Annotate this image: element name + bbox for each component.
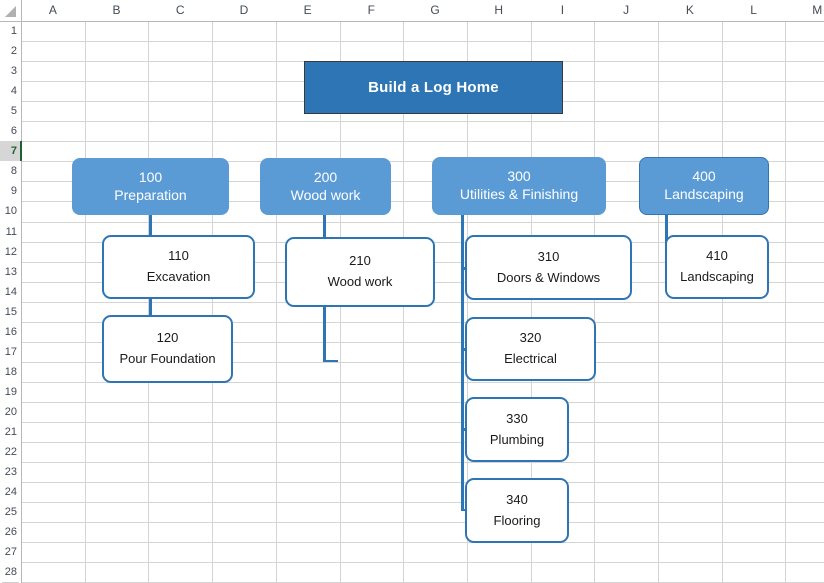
connector-stub-210	[323, 359, 338, 362]
row-header-22[interactable]: 22	[0, 442, 20, 463]
column-header-f[interactable]: F	[339, 0, 404, 20]
wbs-node-210[interactable]: 210 Wood work	[285, 237, 435, 307]
wbs-node-300[interactable]: 300 Utilities & Finishing	[432, 157, 606, 215]
wbs-node-320-name: Electrical	[504, 351, 557, 366]
row-header-19[interactable]: 19	[0, 381, 20, 402]
wbs-node-310-code: 310	[537, 248, 560, 264]
wbs-node-100[interactable]: 100 Preparation	[72, 158, 229, 215]
row-header-1[interactable]: 1	[0, 21, 20, 42]
column-header-d[interactable]: D	[212, 0, 276, 20]
row-header-16[interactable]: 16	[0, 321, 20, 342]
row-header-3[interactable]: 3	[0, 61, 20, 82]
column-header-e[interactable]: E	[275, 0, 340, 20]
wbs-title-label: Build a Log Home	[368, 79, 499, 96]
column-header-g[interactable]: G	[403, 0, 467, 20]
column-header-k[interactable]: K	[658, 0, 722, 20]
select-all-button[interactable]	[0, 0, 22, 22]
row-header-28[interactable]: 28	[0, 562, 20, 583]
wbs-node-330-name: Plumbing	[489, 431, 545, 447]
wbs-node-210-name: Wood work	[327, 274, 393, 289]
wbs-node-410-code: 410	[706, 248, 728, 264]
wbs-node-410-name: Landscaping	[680, 269, 754, 284]
row-header-21[interactable]: 21	[0, 422, 20, 443]
wbs-node-320[interactable]: 320 Electrical	[465, 317, 596, 381]
wbs-node-100-code: 100	[138, 168, 163, 185]
wbs-node-300-name: Utilities & Finishing	[459, 186, 579, 202]
row-header-8[interactable]: 8	[0, 161, 20, 182]
connector-trunk-300	[461, 213, 464, 511]
wbs-node-340-code: 340	[506, 491, 528, 507]
row-header-6[interactable]: 6	[0, 121, 20, 142]
row-header-12[interactable]: 12	[0, 241, 20, 262]
spreadsheet-canvas[interactable]: Build a Log Home 100 Preparation 200 Woo…	[0, 0, 824, 583]
wbs-title-node[interactable]: Build a Log Home	[304, 61, 563, 114]
row-header-13[interactable]: 13	[0, 261, 20, 282]
row-header-27[interactable]: 27	[0, 542, 20, 563]
wbs-node-110[interactable]: 110 Excavation	[102, 235, 255, 299]
column-header-l[interactable]: L	[721, 0, 786, 20]
wbs-node-340[interactable]: 340 Flooring	[465, 478, 569, 543]
wbs-node-210-code: 210	[349, 253, 371, 269]
column-header-h[interactable]: H	[466, 0, 531, 20]
row-header-9[interactable]: 9	[0, 181, 20, 202]
column-header-i[interactable]: I	[530, 0, 595, 20]
wbs-node-320-code: 320	[519, 330, 542, 346]
wbs-node-310[interactable]: 310 Doors & Windows	[465, 235, 632, 300]
row-header-24[interactable]: 24	[0, 482, 20, 503]
wbs-diagram: Build a Log Home 100 Preparation 200 Woo…	[0, 0, 824, 583]
wbs-node-400[interactable]: 400 Landscaping	[639, 157, 769, 215]
wbs-node-340-name: Flooring	[493, 512, 541, 528]
wbs-node-120-name: Pour Foundation	[119, 351, 216, 366]
wbs-node-100-name: Preparation	[114, 186, 187, 203]
row-header-15[interactable]: 15	[0, 301, 20, 322]
wbs-node-120[interactable]: 120 Pour Foundation	[102, 315, 233, 383]
wbs-node-400-name: Landscaping	[664, 186, 744, 202]
row-selection-accent	[20, 141, 22, 162]
column-header-c[interactable]: C	[148, 0, 213, 20]
wbs-node-200-code: 200	[313, 168, 338, 185]
row-header-5[interactable]: 5	[0, 101, 20, 122]
column-header-j[interactable]: J	[594, 0, 658, 20]
row-header-11[interactable]: 11	[0, 221, 20, 242]
row-header-bar[interactable]: 1 2 3 4 5 6 7 8 9 10 11 12 13 14 15 16 17 18 19 20 21 22 23 24 2…	[0, 0, 22, 583]
wbs-node-110-code: 110	[168, 248, 189, 264]
wbs-node-200[interactable]: 200 Wood work	[260, 158, 391, 215]
row-header-25[interactable]: 25	[0, 502, 20, 523]
wbs-node-110-name: Excavation	[146, 269, 211, 284]
row-header-26[interactable]: 26	[0, 522, 20, 543]
column-header-b[interactable]: B	[84, 0, 149, 20]
row-header-20[interactable]: 20	[0, 401, 20, 422]
wbs-node-310-name: Doors & Windows	[496, 269, 601, 285]
row-header-23[interactable]: 23	[0, 462, 20, 483]
row-header-7[interactable]: 7	[0, 141, 20, 162]
row-header-2[interactable]: 2	[0, 41, 20, 62]
wbs-node-200-name: Wood work	[290, 186, 361, 203]
row-header-4[interactable]: 4	[0, 81, 20, 102]
wbs-node-120-code: 120	[156, 330, 179, 346]
row-header-17[interactable]: 17	[0, 341, 20, 362]
wbs-node-410[interactable]: 410 Landscaping	[665, 235, 769, 299]
wbs-node-300-code: 300	[507, 168, 531, 185]
wbs-node-330-code: 330	[506, 410, 528, 426]
row-header-14[interactable]: 14	[0, 281, 20, 302]
column-header-bar[interactable]: ABCDEFGHIJKLM	[0, 0, 824, 22]
wbs-node-400-code: 400	[692, 168, 716, 185]
select-all-triangle-icon	[5, 6, 16, 17]
column-header-a[interactable]: A	[21, 0, 85, 20]
column-header-m[interactable]: M	[785, 0, 824, 20]
row-header-10[interactable]: 10	[0, 201, 20, 222]
row-header-18[interactable]: 18	[0, 361, 20, 382]
wbs-node-330[interactable]: 330 Plumbing	[465, 397, 569, 462]
